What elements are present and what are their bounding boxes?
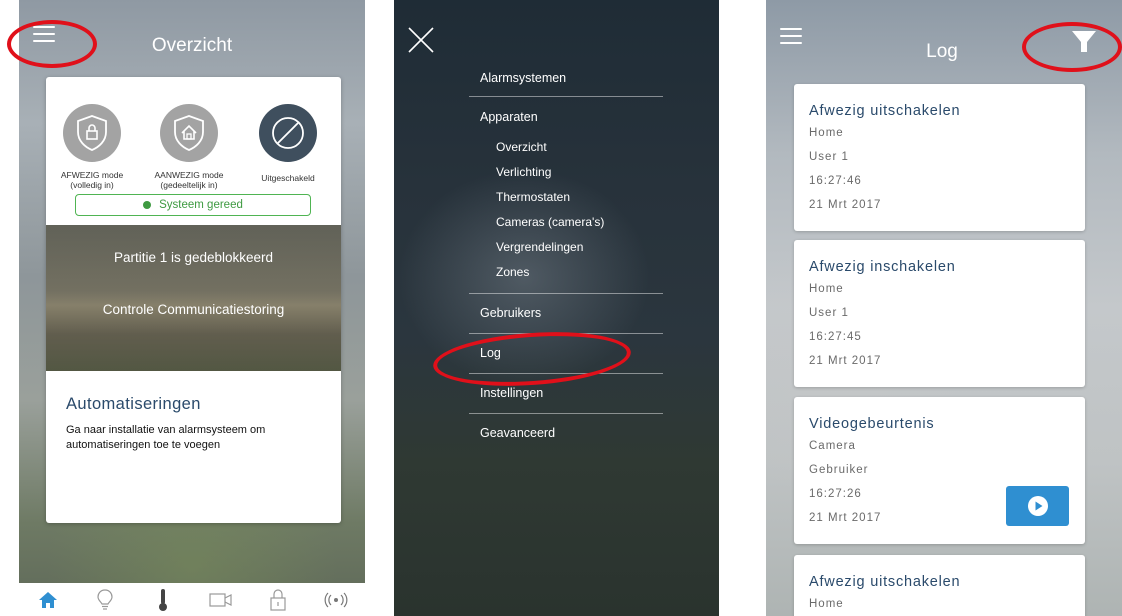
- thermometer-icon[interactable]: [148, 586, 178, 614]
- log-entry-title: Afwezig uitschakelen: [809, 574, 961, 590]
- filter-icon[interactable]: [1071, 29, 1097, 60]
- automation-description: Ga naar installatie van alarmsysteem om …: [66, 424, 266, 451]
- partition-status: Partitie 1 is gedeblokkeerd: [113, 250, 274, 265]
- shield-home-icon: [160, 104, 218, 162]
- log-entry-title: Videogebeurtenis: [809, 416, 935, 432]
- log-screen: Log Afwezig uitschakelen Home User 1 16:…: [766, 0, 1122, 616]
- menu-item-geavanceerd[interactable]: Geavanceerd: [469, 414, 663, 453]
- log-entry-user: Gebruiker: [809, 464, 869, 476]
- menu-item-zones[interactable]: Zones: [469, 260, 663, 285]
- mode-disabled[interactable]: Uitgeschakeld: [243, 104, 333, 183]
- disabled-icon: [259, 104, 317, 162]
- lock-icon[interactable]: [263, 586, 293, 614]
- check-icon: [143, 201, 152, 209]
- play-icon: [1027, 496, 1048, 516]
- log-entry-user: User 1: [809, 307, 849, 319]
- log-entry[interactable]: Afwezig inschakelen Home User 1 16:27:45…: [794, 240, 1085, 387]
- menu-item-gebruikers[interactable]: Gebruikers: [469, 294, 663, 333]
- log-entry[interactable]: Afwezig uitschakelen Home: [794, 555, 1085, 616]
- menu-item-cameras[interactable]: Cameras (camera's): [469, 210, 663, 235]
- log-entry[interactable]: Afwezig uitschakelen Home User 1 16:27:4…: [794, 84, 1085, 231]
- mode-away[interactable]: AFWEZIG mode (volledig in): [47, 104, 137, 190]
- menu-item-log[interactable]: Log: [469, 334, 663, 373]
- log-entry-date: 21 Mrt 2017: [809, 355, 882, 367]
- lightbulb-icon[interactable]: [90, 586, 120, 614]
- log-entry-time: 16:27:46: [809, 175, 862, 187]
- navigation-menu: Alarmsystemen Apparaten Overzicht Verlic…: [469, 60, 663, 453]
- camera-icon[interactable]: [206, 586, 236, 614]
- menu-item-instellingen[interactable]: Instellingen: [469, 374, 663, 413]
- communication-status[interactable]: Controle Communicatiestoring: [46, 302, 341, 317]
- log-entry-user: User 1: [809, 151, 849, 163]
- log-entry-location: Home: [809, 283, 844, 295]
- log-entry-time: 16:27:45: [809, 331, 862, 343]
- menu-item-alarmsystemen[interactable]: Alarmsystemen: [469, 60, 663, 96]
- log-entry-location: Home: [809, 598, 844, 610]
- mode-home[interactable]: AANWEZIG mode (gedeeltelijk in): [144, 104, 234, 190]
- mode-away-label: AFWEZIG mode (volledig in): [60, 170, 124, 190]
- menu-item-thermostaten[interactable]: Thermostaten: [469, 185, 663, 210]
- home-icon[interactable]: [33, 586, 63, 614]
- log-entry-title: Afwezig uitschakelen: [809, 103, 961, 119]
- sensor-icon[interactable]: [321, 586, 351, 614]
- log-entry-source: Camera: [809, 440, 856, 452]
- log-entry-time: 16:27:26: [809, 488, 862, 500]
- play-video-button[interactable]: [1006, 486, 1069, 526]
- log-entry-title: Afwezig inschakelen: [809, 259, 956, 275]
- mode-home-label: AANWEZIG mode (gedeeltelijk in): [154, 170, 224, 190]
- page-title: Overzicht: [151, 35, 233, 56]
- bottom-navigation: [19, 583, 365, 616]
- overview-screen: Overzicht AFWEZIG mode (volledig in) AAN…: [19, 0, 365, 616]
- log-entry-location: Home: [809, 127, 844, 139]
- status-badge: Systeem gereed: [75, 194, 311, 216]
- status-text: Systeem gereed: [159, 199, 243, 211]
- log-entry-date: 21 Mrt 2017: [809, 512, 882, 524]
- menu-item-overzicht[interactable]: Overzicht: [469, 135, 663, 160]
- menu-screen: Alarmsystemen Apparaten Overzicht Verlic…: [394, 0, 719, 616]
- menu-item-verlichting[interactable]: Verlichting: [469, 160, 663, 185]
- menu-item-vergrendelingen[interactable]: Vergrendelingen: [469, 235, 663, 260]
- page-title: Log: [926, 41, 958, 62]
- divider: [469, 96, 663, 97]
- system-card: AFWEZIG mode (volledig in) AANWEZIG mode…: [46, 77, 341, 523]
- log-entry-date: 21 Mrt 2017: [809, 199, 882, 211]
- menu-item-apparaten[interactable]: Apparaten: [469, 99, 663, 135]
- close-icon[interactable]: [407, 26, 435, 54]
- mode-disabled-label: Uitgeschakeld: [261, 173, 315, 183]
- partition-banner: Partitie 1 is gedeblokkeerd Controle Com…: [46, 225, 341, 371]
- shield-lock-icon: [63, 104, 121, 162]
- log-entry[interactable]: Videogebeurtenis Camera Gebruiker 16:27:…: [794, 397, 1085, 544]
- automation-title: Automatiseringen: [66, 395, 201, 413]
